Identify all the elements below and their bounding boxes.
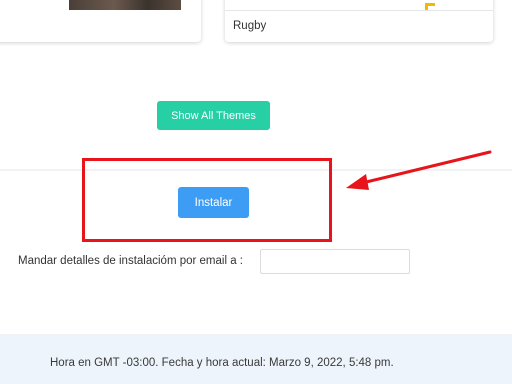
install-button[interactable]: Instalar bbox=[178, 187, 249, 218]
show-all-themes-button[interactable]: Show All Themes bbox=[157, 101, 270, 130]
email-label: Mandar detalles de instalacióm por email… bbox=[18, 255, 244, 267]
card-divider bbox=[225, 10, 493, 11]
theme-thumbnail bbox=[69, 0, 181, 10]
themes-panel: Rugby Show All Themes bbox=[0, 0, 512, 169]
install-panel bbox=[0, 171, 512, 334]
theme-card[interactable] bbox=[0, 0, 201, 42]
email-input[interactable] bbox=[260, 249, 410, 274]
theme-card-title: Rugby bbox=[233, 20, 267, 32]
theme-card-rugby[interactable]: Rugby bbox=[225, 0, 493, 42]
footer-datetime-text: Hora en GMT -03:00. Fecha y hora actual:… bbox=[50, 357, 394, 369]
annotation-arrow-icon bbox=[346, 150, 492, 190]
